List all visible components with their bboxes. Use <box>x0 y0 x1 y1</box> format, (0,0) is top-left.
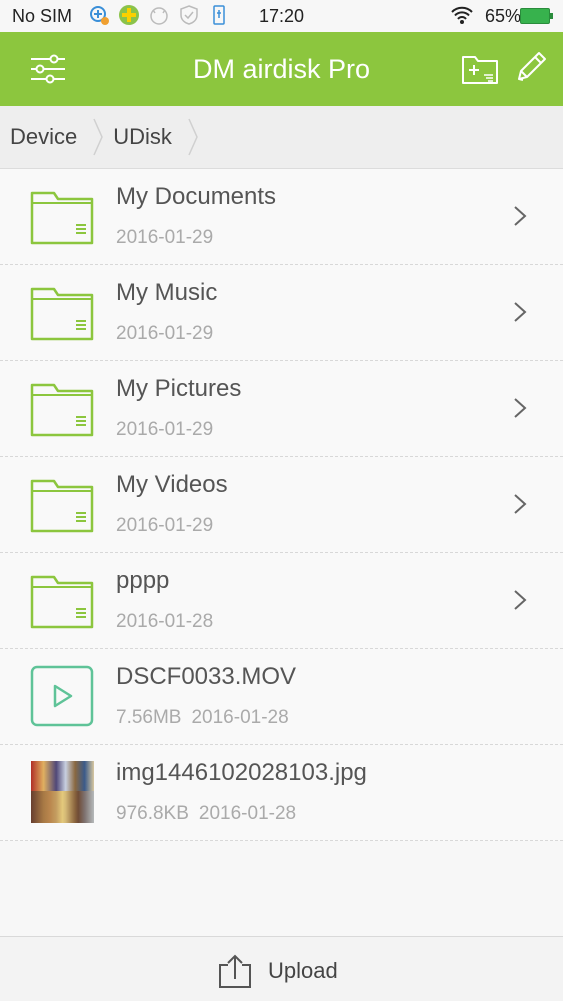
breadcrumb-label: UDisk <box>113 124 172 149</box>
list-item[interactable]: My Videos 2016-01-29 <box>0 457 563 553</box>
video-file-icon <box>30 665 94 727</box>
file-name: pppp <box>116 567 170 594</box>
file-name: DSCF0033.MOV <box>116 663 297 690</box>
breadcrumb-item-udisk[interactable]: UDisk <box>103 106 198 168</box>
file-size: 976.8KB <box>116 803 189 824</box>
wifi-icon <box>451 6 473 24</box>
file-date: 2016-01-28 <box>116 611 214 632</box>
file-name: img1446102028103.jpg <box>116 759 367 786</box>
file-name: My Music <box>116 279 218 306</box>
folder-icon <box>30 575 94 629</box>
upload-label: Upload <box>268 958 338 983</box>
file-meta: 2016-01-28 <box>116 611 213 633</box>
edit-pencil-icon[interactable] <box>511 49 551 89</box>
breadcrumb-label: Device <box>10 124 78 149</box>
file-meta: 976.8KB 2016-01-28 <box>116 803 296 825</box>
breadcrumb: Device UDisk <box>0 106 563 169</box>
file-meta: 2016-01-29 <box>116 515 213 537</box>
clock: 17:20 <box>258 6 305 26</box>
chevron-right-icon <box>514 398 527 418</box>
folder-icon <box>30 479 94 533</box>
breadcrumb-separator-icon <box>93 118 104 156</box>
list-item[interactable]: pppp 2016-01-28 <box>0 553 563 649</box>
battery-icon <box>520 8 553 24</box>
file-list: My Documents 2016-01-29 My Music 2016-01… <box>0 169 563 841</box>
folder-icon <box>30 383 94 437</box>
upload-icon <box>219 954 251 988</box>
file-meta: 7.56MB 2016-01-28 <box>116 707 289 729</box>
status-bar: No SIM 17:20 65% <box>0 0 563 32</box>
list-item[interactable]: img1446102028103.jpg 976.8KB 2016-01-28 <box>0 745 563 841</box>
file-meta: 2016-01-29 <box>116 323 213 345</box>
file-date: 2016-01-29 <box>116 515 214 536</box>
file-date: 2016-01-28 <box>191 707 289 728</box>
settings-sliders-icon[interactable] <box>28 49 68 89</box>
chevron-right-icon <box>514 302 527 322</box>
list-item[interactable]: DSCF0033.MOV 7.56MB 2016-01-28 <box>0 649 563 745</box>
file-date: 2016-01-29 <box>116 419 214 440</box>
list-item[interactable]: My Pictures 2016-01-29 <box>0 361 563 457</box>
file-meta: 2016-01-29 <box>116 227 213 249</box>
chevron-right-icon <box>514 206 527 226</box>
file-name: My Documents <box>116 183 277 210</box>
chevron-right-icon <box>514 494 527 514</box>
folder-icon <box>30 191 94 245</box>
file-date: 2016-01-29 <box>116 227 214 248</box>
file-meta: 2016-01-29 <box>116 419 213 441</box>
file-size: 7.56MB <box>116 707 182 728</box>
app-bar: DM airdisk Pro <box>0 32 563 106</box>
list-item[interactable]: My Music 2016-01-29 <box>0 265 563 361</box>
new-folder-icon[interactable] <box>460 49 500 89</box>
battery-percent: 65% <box>485 6 522 26</box>
list-item[interactable]: My Documents 2016-01-29 <box>0 169 563 265</box>
folder-icon <box>30 287 94 341</box>
file-name: My Videos <box>116 471 228 498</box>
breadcrumb-item-device[interactable]: Device <box>0 106 104 168</box>
upload-button[interactable]: Upload <box>218 951 338 991</box>
file-date: 2016-01-29 <box>116 323 214 344</box>
breadcrumb-separator-icon <box>188 118 198 156</box>
file-name: My Pictures <box>116 375 242 402</box>
chevron-right-icon <box>514 590 527 610</box>
image-thumbnail <box>31 761 94 823</box>
bottom-bar: Upload <box>0 936 563 1001</box>
file-date: 2016-01-28 <box>198 803 297 824</box>
